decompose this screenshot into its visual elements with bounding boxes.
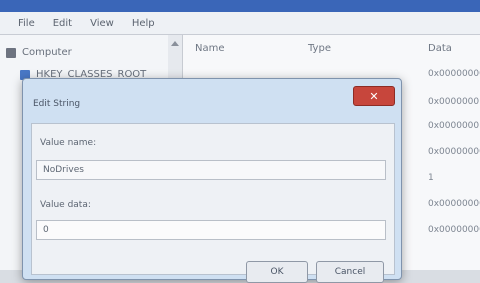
tree-item-computer[interactable]: Computer: [6, 47, 72, 58]
cancel-button[interactable]: Cancel: [316, 261, 384, 283]
list-item-data: 0x00000001: [428, 121, 480, 131]
close-button[interactable]: ✕: [353, 86, 395, 106]
value-data-field[interactable]: 0: [36, 220, 386, 240]
edit-dialog: Edit String ✕ Value name: NoDrives Value…: [22, 78, 402, 283]
window-titlebar: [0, 0, 480, 12]
column-header-data[interactable]: Data: [428, 43, 452, 54]
value-name-field[interactable]: NoDrives: [36, 160, 386, 180]
list-item-data: 0x00000001: [428, 97, 480, 107]
list-item-data: 0x00000000: [428, 225, 480, 235]
menu-edit[interactable]: Edit: [53, 18, 72, 29]
list-item-data: 1: [428, 173, 434, 183]
column-header-name[interactable]: Name: [195, 43, 225, 54]
computer-icon: [6, 47, 16, 58]
menu-file[interactable]: File: [18, 18, 35, 29]
value-name-label: Value name:: [40, 138, 97, 148]
list-item-data: 0x00000000: [428, 147, 480, 157]
list-item-data: 0x00000000: [428, 199, 480, 209]
scroll-up-icon[interactable]: [171, 41, 179, 46]
menu-bar: File Edit View Help: [0, 12, 480, 35]
value-name-text: NoDrives: [43, 165, 84, 175]
close-icon: ✕: [369, 89, 379, 103]
column-header-type[interactable]: Type: [308, 43, 331, 54]
list-item-data: 0x00000000: [428, 69, 480, 79]
value-data-text: 0: [43, 225, 49, 235]
dialog-body: Value name: NoDrives Value data: 0 OK Ca…: [31, 123, 395, 283]
menu-view[interactable]: View: [90, 18, 114, 29]
menu-help[interactable]: Help: [132, 18, 155, 29]
tree-item-label: Computer: [22, 47, 72, 58]
value-data-label: Value data:: [40, 200, 91, 210]
dialog-title: Edit String: [33, 99, 81, 109]
ok-button[interactable]: OK: [246, 261, 308, 283]
